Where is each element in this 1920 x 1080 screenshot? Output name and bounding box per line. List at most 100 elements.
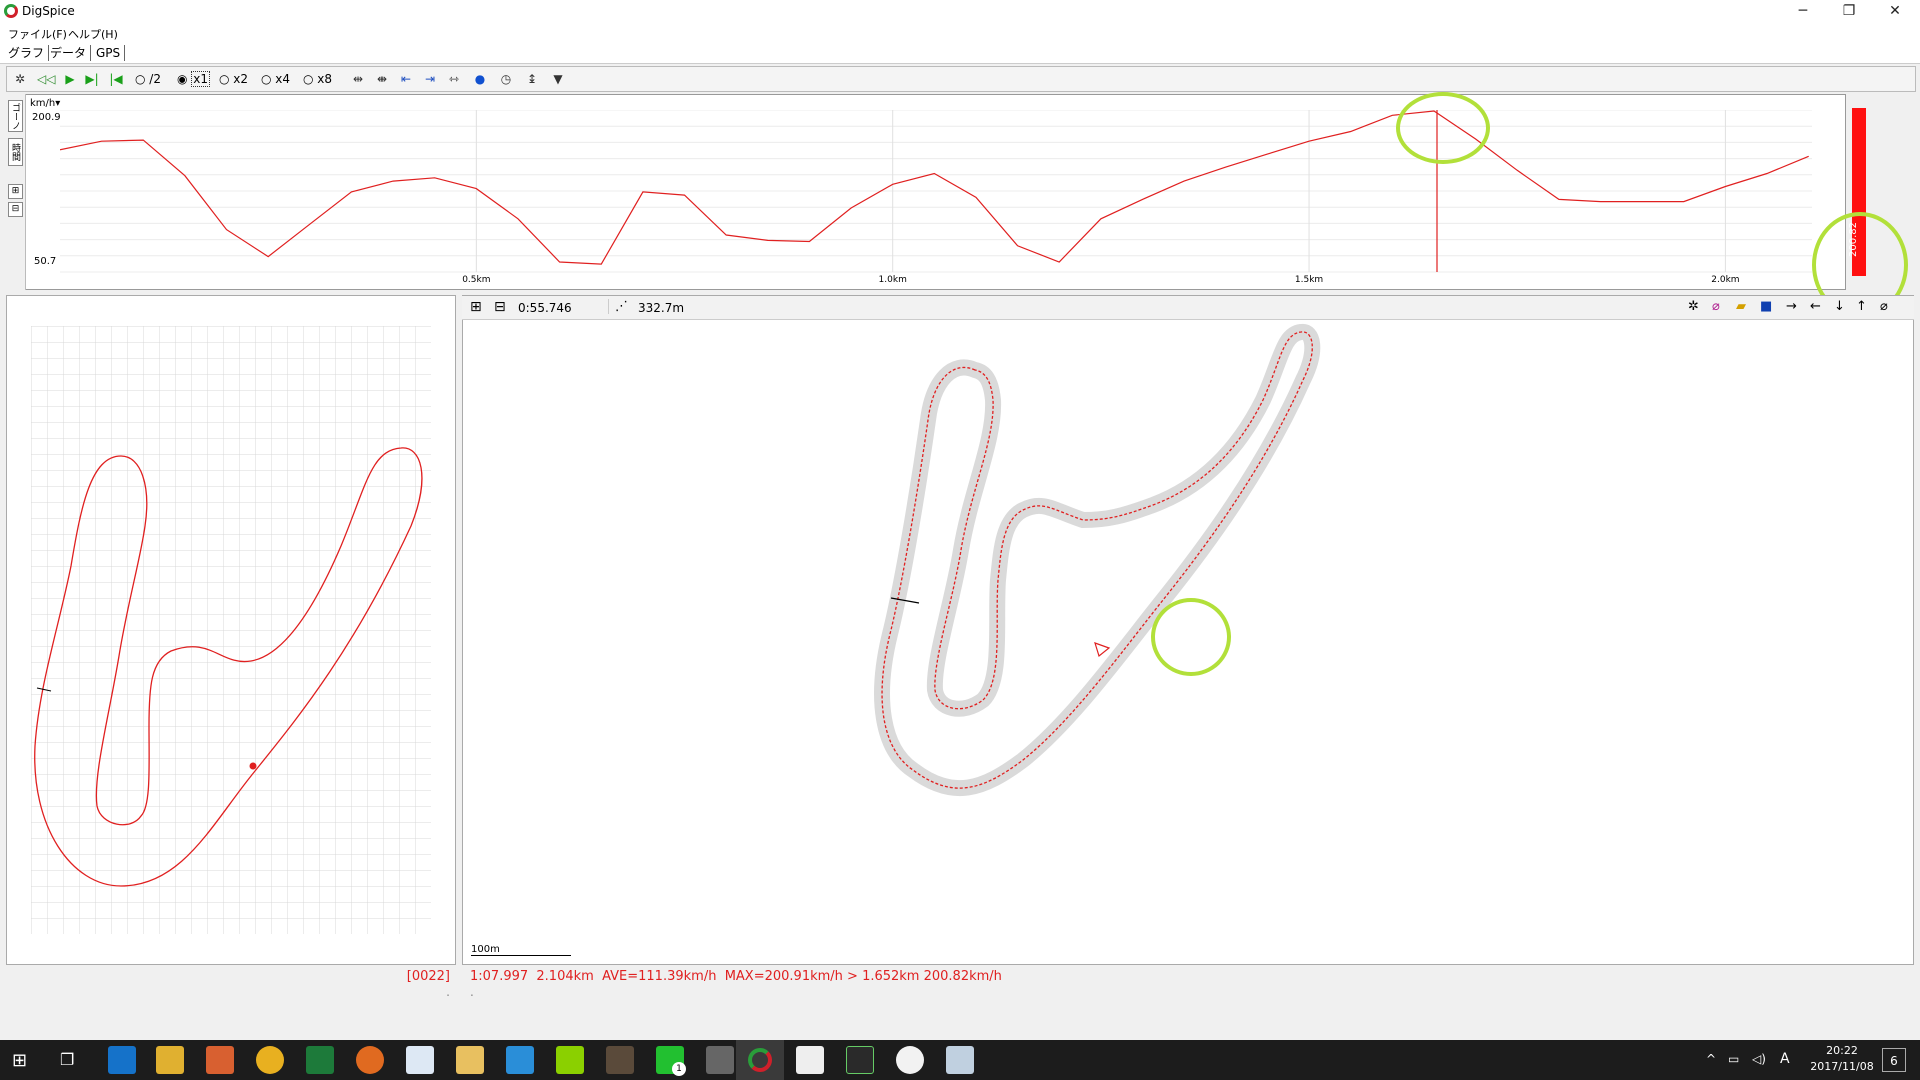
zoom-out-icon[interactable]: ⊟ — [8, 202, 23, 217]
chrome-icon[interactable] — [256, 1046, 284, 1074]
restore-button[interactable]: ❐ — [1826, 0, 1872, 24]
marker-left-icon[interactable]: ⇤ — [397, 70, 415, 88]
time-mode-button[interactable]: 時間 — [8, 138, 23, 166]
eraser-icon[interactable]: ⌀ — [1712, 299, 1720, 314]
tab-gps[interactable]: GPS — [92, 45, 126, 61]
clock-icon[interactable]: ◷ — [497, 70, 515, 88]
playback-toolbar: ✲ ◁◁ ▶ ▶| |◀ ○ /2 ◉ x1 ○ x2 ○ x4 ○ x8 ⇹ … — [6, 66, 1916, 92]
digspice-taskbar-item[interactable] — [736, 1040, 784, 1080]
folder-app-icon[interactable] — [456, 1046, 484, 1074]
speed-x1-radio[interactable]: ◉ x1 — [177, 70, 211, 88]
tab-data[interactable]: データ — [46, 45, 92, 61]
save-icon[interactable]: ■ — [1760, 299, 1772, 314]
clock-time[interactable]: 20:22 — [1812, 1044, 1872, 1057]
map-zoom-out-icon[interactable]: ⊟ — [494, 299, 506, 315]
marker-right-icon[interactable]: ⇥ — [421, 70, 439, 88]
video-app-icon[interactable] — [706, 1046, 734, 1074]
minimize-button[interactable]: ─ — [1780, 0, 1826, 24]
x-tick-label: 2.0km — [1711, 275, 1739, 285]
lap-summary: 1:07.997 2.104km AVE=111.39km/h MAX=200.… — [470, 969, 1002, 984]
globe-icon[interactable]: ● — [471, 70, 489, 88]
track-outline — [874, 323, 1321, 797]
map-reset-icon[interactable]: ✲ — [1688, 299, 1699, 314]
map-scale-bar: 100m — [471, 944, 571, 956]
track-overview-map[interactable] — [31, 326, 431, 934]
file-explorer-icon[interactable] — [156, 1046, 184, 1074]
graph-y-min: 50.7 — [34, 256, 57, 267]
track-overview-panel[interactable] — [6, 295, 456, 965]
app-tools-icon[interactable] — [606, 1046, 634, 1074]
chart-grid — [60, 110, 1812, 273]
media-player-icon[interactable] — [206, 1046, 234, 1074]
windows-taskbar: ⊞ ❐ 1 ^ ▭ ◁) A 20:22 2017/11/08 6 — [0, 1040, 1920, 1080]
excel-icon[interactable] — [306, 1046, 334, 1074]
speed-half-radio[interactable]: ○ /2 — [135, 70, 161, 88]
x-axis-ticks: 0.5km 1.0km 1.5km 2.0km — [462, 275, 1739, 285]
status-right: 1:07.997 2.104km AVE=111.39km/h MAX=200.… — [462, 965, 1914, 1035]
overview-position-marker — [249, 762, 257, 770]
overview-grid — [31, 326, 431, 934]
graph-unit-label[interactable]: km/h▾ — [30, 98, 60, 109]
speed-series-line — [60, 110, 1809, 265]
step-forward-icon[interactable]: ▶| — [83, 70, 101, 88]
network-icon[interactable]: ▭ — [1728, 1052, 1739, 1066]
app-logo-icon — [4, 4, 18, 18]
distance-measure-icon[interactable]: ⋰ — [608, 299, 628, 314]
track-map-panel[interactable]: 100m — [462, 295, 1914, 965]
arrow-up-icon[interactable]: ↑ — [1856, 299, 1867, 314]
edge-icon[interactable] — [108, 1046, 136, 1074]
speed-x8-radio[interactable]: ○ x8 — [303, 70, 332, 88]
shrink-horizontal-icon[interactable]: ⇼ — [373, 70, 391, 88]
expand-horizontal-icon[interactable]: ⇹ — [349, 70, 367, 88]
menu-help[interactable]: ヘルプ(H) — [68, 26, 118, 42]
reset-icon[interactable]: ✲ — [11, 70, 29, 88]
speed-x2-label: x2 — [233, 72, 249, 86]
tab-graph[interactable]: グラフ — [4, 45, 50, 61]
digspice-icon — [748, 1048, 772, 1072]
dropdown-icon[interactable]: ▼ — [549, 70, 567, 88]
menu-file[interactable]: ファイル(F) — [8, 26, 67, 42]
distance-mode-button[interactable]: ゴーノ — [8, 100, 23, 132]
open-folder-icon[interactable]: ▰ — [1736, 299, 1746, 314]
ruler-icon[interactable]: ⌀ — [1880, 299, 1888, 314]
start-windows-icon[interactable]: ⊞ — [12, 1050, 27, 1071]
close-button[interactable]: ✕ — [1872, 0, 1918, 24]
notification-icon[interactable]: 6 — [1882, 1048, 1906, 1072]
speed-x4-radio[interactable]: ○ x4 — [261, 70, 290, 88]
speed-chart[interactable]: 0.5km 1.0km 1.5km 2.0km — [60, 110, 1812, 285]
arrow-right-icon[interactable]: → — [1786, 299, 1797, 314]
tab-bar: グラフ データ GPS — [0, 42, 1920, 64]
cloud-icon[interactable] — [406, 1046, 434, 1074]
play-icon[interactable]: ▶ — [61, 70, 79, 88]
step-back-icon[interactable]: |◀ — [107, 70, 125, 88]
app-misc-icon[interactable] — [946, 1046, 974, 1074]
firefox-icon[interactable] — [356, 1046, 384, 1074]
zoom-in-icon[interactable]: ⊞ — [8, 184, 23, 199]
track-detail-map[interactable] — [863, 320, 1463, 800]
highlight-circle-car — [1151, 598, 1231, 676]
volume-icon[interactable]: ◁) — [1752, 1052, 1766, 1066]
app-green-icon[interactable] — [556, 1046, 584, 1074]
rewind-icon[interactable]: ◁◁ — [37, 70, 55, 88]
ftp-icon[interactable] — [846, 1046, 874, 1074]
status-dots-right: . — [470, 985, 474, 999]
line-badge: 1 — [672, 1062, 686, 1076]
graph-y-max: 200.9 — [32, 112, 61, 123]
ime-indicator[interactable]: A — [1780, 1051, 1790, 1067]
line-icon[interactable]: 1 — [656, 1046, 686, 1076]
arrow-left-icon[interactable]: ← — [1810, 299, 1821, 314]
x-tick-label: 1.5km — [1295, 275, 1323, 285]
clock-date[interactable]: 2017/11/08 — [1806, 1060, 1878, 1073]
graph-side-strip: ゴーノ 時間 ⊞ ⊟ — [6, 94, 26, 290]
racing-line — [881, 331, 1313, 789]
itunes-icon[interactable] — [896, 1046, 924, 1074]
split-icon[interactable]: ⇿ — [445, 70, 463, 88]
mail-icon[interactable] — [796, 1046, 824, 1074]
task-view-icon[interactable]: ❐ — [60, 1050, 74, 1069]
app-blue-icon[interactable] — [506, 1046, 534, 1074]
vertical-fit-icon[interactable]: ↨ — [523, 70, 541, 88]
tray-chevron-icon[interactable]: ^ — [1706, 1052, 1716, 1066]
map-zoom-in-icon[interactable]: ⊞ — [470, 299, 482, 315]
speed-x2-radio[interactable]: ○ x2 — [219, 70, 248, 88]
arrow-down-icon[interactable]: ↓ — [1834, 299, 1845, 314]
